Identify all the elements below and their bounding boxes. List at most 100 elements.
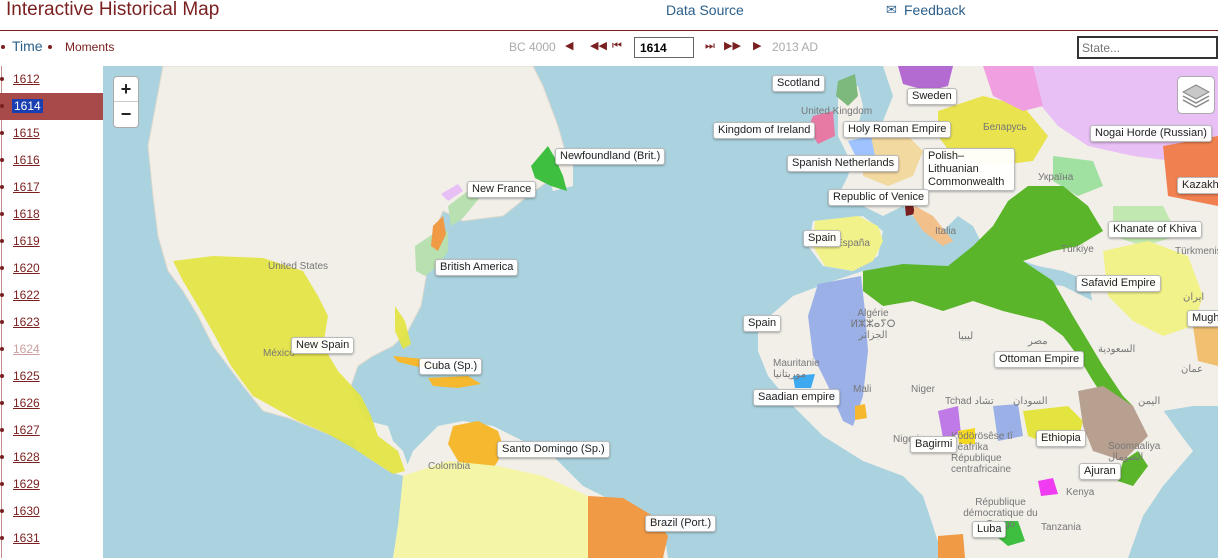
timeline-year-label: 1624 <box>13 342 40 356</box>
step-forward-icon[interactable]: ▶ <box>753 40 761 52</box>
state-label-mughal[interactable]: Mughal E <box>1187 310 1218 327</box>
timeline-year-label: 1626 <box>13 396 40 410</box>
skip-back-icon[interactable]: ⏮ <box>612 40 622 52</box>
timeline-year-1625[interactable]: 1625 <box>0 363 103 390</box>
state-label-scotland[interactable]: Scotland <box>772 75 825 92</box>
state-label-khanate-of-khiva[interactable]: Khanate of Khiva <box>1108 221 1202 238</box>
polity-kazakh <box>1163 136 1218 206</box>
state-label-kingdom-of-ireland[interactable]: Kingdom of Ireland <box>713 122 816 139</box>
tab-time[interactable]: Time <box>12 38 43 54</box>
timeline-year-1623[interactable]: 1623 <box>0 309 103 336</box>
state-label-brazil[interactable]: Brazil (Port.) <box>645 515 717 532</box>
timeline-year-1631[interactable]: 1631 <box>0 525 103 552</box>
timeline-dot <box>0 374 4 378</box>
base-label-mexico: México <box>263 348 295 359</box>
timeline-dot <box>0 131 4 135</box>
timeline-year-1629[interactable]: 1629 <box>0 471 103 498</box>
range-start-label: BC 4000 <box>509 40 556 54</box>
state-label-british-america[interactable]: British America <box>435 259 519 276</box>
state-label-ethiopia[interactable]: Ethiopia <box>1036 430 1086 447</box>
base-label-car: Ködörösêse tî Bêafrîka République centra… <box>951 431 1013 475</box>
timeline-dot <box>0 455 4 459</box>
timeline-dot <box>0 293 4 297</box>
base-label-saudi: السعودية <box>1098 344 1136 355</box>
base-label-somalia: Soomaaliya الصومال <box>1108 441 1161 463</box>
land-north-america <box>147 66 569 442</box>
step-back-icon[interactable]: ◀ <box>565 40 573 52</box>
timeline-dot <box>0 347 4 351</box>
timeline-dot <box>0 266 4 270</box>
base-label-turkmenistan: Türkmenistan <box>1175 246 1218 257</box>
fast-back-icon[interactable]: ◀◀ <box>590 40 607 52</box>
state-label-sweden[interactable]: Sweden <box>907 88 957 105</box>
base-label-sudan: السودان <box>1013 396 1048 407</box>
zoom-out-button[interactable]: − <box>114 102 138 127</box>
state-label-safavid-empire[interactable]: Safavid Empire <box>1076 275 1161 292</box>
state-label-saadian-empire[interactable]: Saadian empire <box>753 389 841 406</box>
fast-forward-icon[interactable]: ▶▶ <box>724 40 741 52</box>
mail-icon: ✉ <box>886 2 897 17</box>
timeline-year-1616[interactable]: 1616 <box>0 147 103 174</box>
state-label-spain-morocco[interactable]: Spain <box>743 315 782 332</box>
timeline-year-1630[interactable]: 1630 <box>0 498 103 525</box>
state-search-input[interactable] <box>1077 36 1218 59</box>
timeline-dot <box>0 239 4 243</box>
timeline-dot <box>0 158 4 162</box>
base-label-colombia: Colombia <box>428 461 471 472</box>
state-label-kazakh[interactable]: Kazakh <box>1177 177 1218 194</box>
base-label-niger: Niger <box>911 384 935 395</box>
base-label-espana: España <box>836 238 870 249</box>
timeline-year-label: 1622 <box>13 288 40 302</box>
timeline-dot <box>0 536 4 540</box>
state-label-holy-roman-empire[interactable]: Holy Roman Empire <box>843 121 952 138</box>
state-label-ajuran[interactable]: Ajuran <box>1079 463 1121 480</box>
timeline-year-label: 1630 <box>13 504 40 518</box>
timeline-dot <box>0 428 4 432</box>
state-label-ottoman-empire[interactable]: Ottoman Empire <box>994 351 1085 368</box>
state-label-polish-lithuanian[interactable]: Polish–Lithuanian Commonwealth <box>923 148 1015 191</box>
timeline-year-1628[interactable]: 1628 <box>0 444 103 471</box>
timeline-year-1618[interactable]: 1618 <box>0 201 103 228</box>
data-source-link[interactable]: Data Source <box>666 2 744 18</box>
timeline-year-label: 1618 <box>13 207 40 221</box>
base-label-italia: Italia <box>935 226 957 237</box>
timeline-year-1620[interactable]: 1620 <box>0 255 103 282</box>
skip-forward-icon[interactable]: ⏭ <box>705 40 715 52</box>
timeline-year-1622[interactable]: 1622 <box>0 282 103 309</box>
base-label-oman: عمان <box>1181 364 1204 375</box>
state-label-santo-domingo[interactable]: Santo Domingo (Sp.) <box>497 441 610 458</box>
timeline-year-1617[interactable]: 1617 <box>0 174 103 201</box>
base-label-kenya: Kenya <box>1066 487 1095 498</box>
year-input[interactable] <box>634 37 694 58</box>
timeline-year-1624[interactable]: 1624 <box>0 336 103 363</box>
timeline-year-label: 1616 <box>13 153 40 167</box>
base-label-egypt: مصر <box>1028 336 1048 347</box>
map-view[interactable]: United Kingdom United States México Бела… <box>103 66 1218 558</box>
layers-button[interactable] <box>1177 76 1215 114</box>
state-label-spain[interactable]: Spain <box>803 230 842 247</box>
feedback-link[interactable]: Feedback <box>904 2 965 18</box>
state-label-new-spain[interactable]: New Spain <box>291 337 355 354</box>
state-label-republic-of-venice[interactable]: Republic of Venice <box>828 189 930 206</box>
timeline-year-1626[interactable]: 1626 <box>0 390 103 417</box>
state-label-newfoundland[interactable]: Newfoundland (Brit.) <box>555 148 666 165</box>
timeline-year-1627[interactable]: 1627 <box>0 417 103 444</box>
timeline-year-1612[interactable]: 1612 <box>0 66 103 93</box>
timeline-year-label: 1629 <box>13 477 40 491</box>
state-label-spanish-netherlands[interactable]: Spanish Netherlands <box>787 155 900 172</box>
timeline-dot <box>0 401 4 405</box>
tab-moments[interactable]: Moments <box>65 40 114 54</box>
state-label-new-france[interactable]: New France <box>467 181 537 198</box>
state-label-bagirmi[interactable]: Bagirmi <box>910 436 958 453</box>
timeline-year-1615[interactable]: 1615 <box>0 120 103 147</box>
timeline-year-1619[interactable]: 1619 <box>0 228 103 255</box>
state-label-cuba[interactable]: Cuba (Sp.) <box>419 358 483 375</box>
state-label-nogai-horde[interactable]: Nogai Horde (Russian) <box>1090 125 1212 142</box>
zoom-in-button[interactable]: + <box>114 77 138 102</box>
timeline-year-1614[interactable]: 1614 <box>0 93 103 120</box>
base-label-algerie: Algérie ⵍⵣⵣⴰⵢⵔ الجزائر <box>850 308 896 341</box>
timeline-year-label: 1620 <box>13 261 40 275</box>
timeline-year-label: 1628 <box>13 450 40 464</box>
state-label-luba[interactable]: Luba <box>972 521 1007 538</box>
polity-hispaniola <box>428 376 481 388</box>
